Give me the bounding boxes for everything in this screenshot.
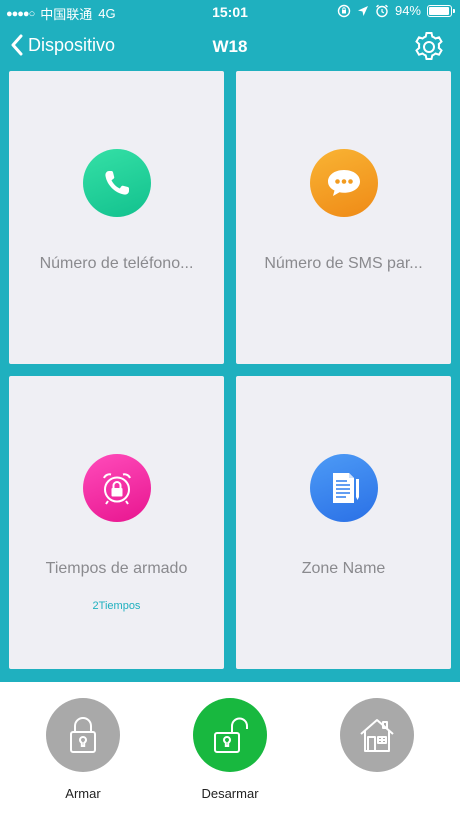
battery-percent: 94% [394,3,421,18]
status-right: 94% [337,3,455,18]
arm-times-value: 2Tiempos [92,600,141,612]
zone-name-card[interactable]: Zone Name [236,376,451,669]
location-arrow-icon [357,5,368,16]
disarm-button[interactable]: Desarmar [175,698,285,802]
rotation-lock-icon [337,4,351,17]
phone-number-label: Número de teléfono... [39,255,194,272]
chevron-left-icon [11,34,23,56]
lock-closed-icon [46,698,120,772]
gear-icon [415,32,443,60]
home-button[interactable] [322,698,432,802]
sms-number-label: Número de SMS par... [264,255,423,272]
document-edit-icon [309,454,378,522]
chat-bubble-icon [309,149,378,217]
sms-number-card[interactable]: Número de SMS par... [236,71,451,364]
phone-icon [82,149,151,217]
phone-number-card[interactable]: Número de teléfono... [9,71,224,364]
status-bar: ●●●●○ 中国联通 4G 15:01 94% [0,0,460,24]
settings-button[interactable] [412,30,446,69]
arm-times-label: Tiempos de armado [45,560,188,577]
arm-label: Armar [65,786,101,801]
home-label [322,786,432,802]
alarm-clock-lock-icon [82,454,151,522]
back-label: Dispositivo [28,34,116,55]
arm-button[interactable]: Armar [28,698,138,802]
disarm-label: Desarmar [201,786,259,801]
arm-times-card[interactable]: Tiempos de armado 2Tiempos [9,376,224,669]
battery-fill [429,6,449,15]
lock-open-icon [193,698,267,772]
back-button[interactable]: Dispositivo [10,34,115,56]
battery-icon [427,4,455,17]
nav-bar: Dispositivo W18 [0,26,460,70]
home-icon [340,698,414,772]
action-bar: Armar Desarmar [0,682,460,818]
zone-name-label: Zone Name [301,560,386,577]
alarm-icon [376,4,388,17]
